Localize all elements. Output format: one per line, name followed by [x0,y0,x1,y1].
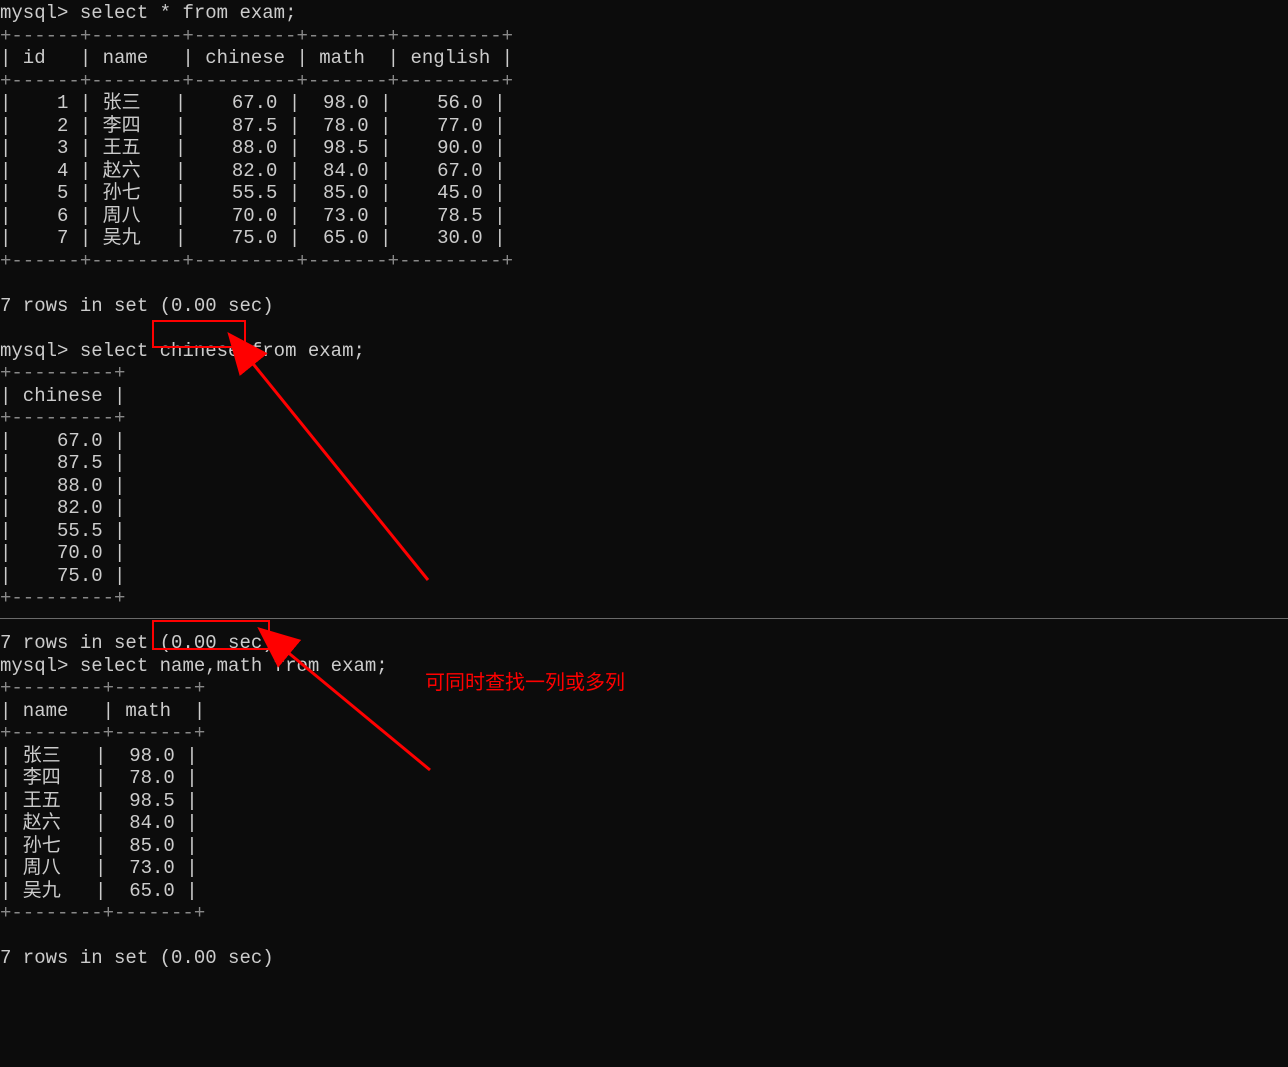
table-row: | 张三 | 98.0 | [0,745,198,767]
table-row: | 82.0 | [0,497,125,519]
table-header: | id | name | chinese | math | english | [0,47,513,69]
table-sep: +---------+ [0,587,125,609]
table-row: | 3 | 王五 | 88.0 | 98.5 | 90.0 | [0,137,505,159]
table-row: | 87.5 | [0,452,125,474]
table-row: | 6 | 周八 | 70.0 | 73.0 | 78.5 | [0,205,505,227]
table-sep: +--------+-------+ [0,677,205,699]
table-header: | name | math | [0,700,205,722]
table-row: | 75.0 | [0,565,125,587]
separator-line [0,618,1288,619]
table-row: | 5 | 孙七 | 55.5 | 85.0 | 45.0 | [0,182,505,204]
prompt: mysql> [0,340,68,362]
table-row: | 李四 | 78.0 | [0,767,198,789]
table-sep: +--------+-------+ [0,902,205,924]
table-header: | chinese | [0,385,125,407]
sql-line: select [68,340,159,362]
table-row: | 2 | 李四 | 87.5 | 78.0 | 77.0 | [0,115,505,137]
sql-line-post: ; [285,2,296,24]
sql-line: select [68,655,159,677]
table-sep: +------+--------+---------+-------+-----… [0,25,513,47]
status-line: 7 rows in set (0.00 sec) [0,295,274,317]
sql-highlight: chinese [160,340,240,362]
sql-line-post: from exam; [262,655,387,677]
table-row: | 67.0 | [0,430,125,452]
table-row: | 赵六 | 84.0 | [0,812,198,834]
table-row: | 70.0 | [0,542,125,564]
table-row: | 55.5 | [0,520,125,542]
sql-line: select * from [68,2,239,24]
table-row: | 1 | 张三 | 67.0 | 98.0 | 56.0 | [0,92,505,114]
status-line: 7 rows in set (0.00 sec) [0,632,274,654]
table-sep: +---------+ [0,362,125,384]
sql-line-post: from exam; [239,340,364,362]
table-sep: +------+--------+---------+-------+-----… [0,250,513,272]
prompt: mysql> [0,2,68,24]
status-line: 7 rows in set (0.00 sec) [0,947,274,969]
table-row: | 4 | 赵六 | 82.0 | 84.0 | 67.0 | [0,160,505,182]
terminal-output: mysql> select * from exam; +------+-----… [0,0,1288,970]
table-sep: +------+--------+---------+-------+-----… [0,70,513,92]
table-row: | 周八 | 73.0 | [0,857,198,879]
table-row: | 吴九 | 65.0 | [0,880,198,902]
table-row: | 王五 | 98.5 | [0,790,198,812]
prompt: mysql> [0,655,68,677]
table-row: | 7 | 吴九 | 75.0 | 65.0 | 30.0 | [0,227,505,249]
sql-table: exam [239,2,285,24]
table-sep: +---------+ [0,407,125,429]
table-row: | 88.0 | [0,475,125,497]
table-row: | 孙七 | 85.0 | [0,835,198,857]
table-sep: +--------+-------+ [0,722,205,744]
sql-highlight: name,math [160,655,263,677]
